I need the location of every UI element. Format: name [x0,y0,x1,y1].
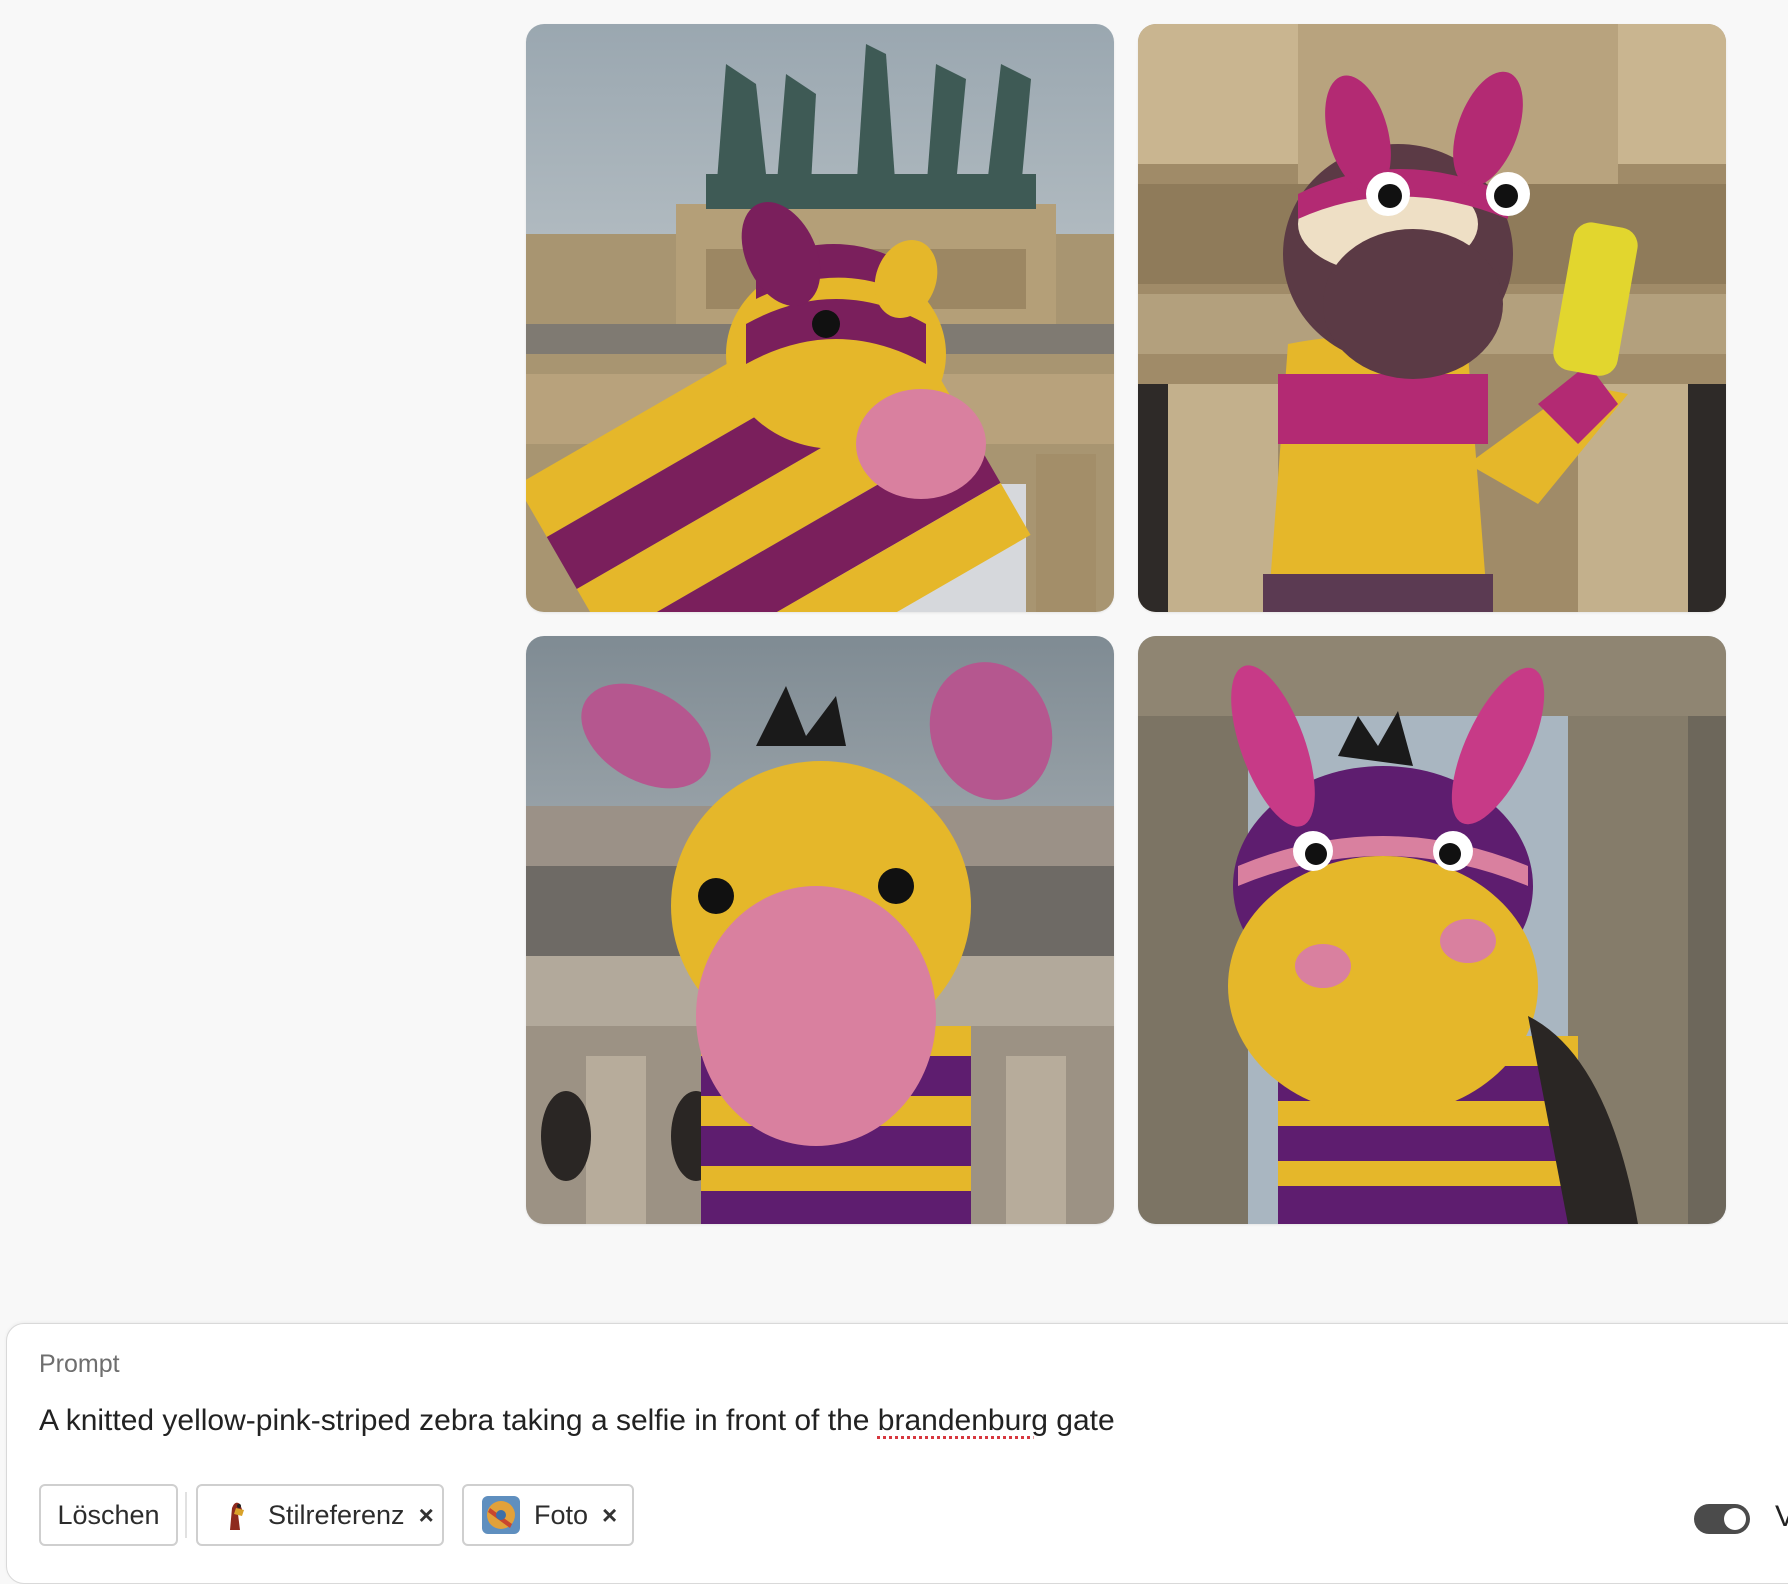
chip-divider [185,1492,187,1538]
prompt-input[interactable]: A knitted yellow-pink-striped zebra taki… [39,1404,1115,1438]
result-image-1[interactable] [526,24,1114,612]
result-image-4[interactable] [1138,636,1726,1224]
toggle-switch[interactable] [1694,1504,1750,1534]
photo-label: Foto [534,1499,589,1530]
prompt-text-part: A knitted yellow-pink-striped zebra taki… [39,1404,878,1437]
zebra-image-4 [1138,636,1726,1224]
clear-button-label: Löschen [57,1499,160,1530]
style-reference-chip[interactable]: Stilreferenz × [196,1484,444,1546]
prompt-label: Prompt [39,1350,120,1378]
result-image-2[interactable] [1138,24,1726,612]
clear-button[interactable]: Löschen [39,1484,178,1546]
zebra-image-2 [1138,24,1726,612]
toggle-label: V [1775,1500,1788,1533]
photo-thumbnail [482,1496,520,1534]
style-reference-label: Stilreferenz [268,1499,405,1530]
remove-photo-icon[interactable]: × [602,1500,617,1531]
prompt-text-end: gate [1047,1404,1115,1437]
style-reference-thumbnail [216,1496,254,1534]
photo-chip[interactable]: Foto × [462,1484,634,1546]
toggle-knob [1724,1508,1746,1530]
prompt-panel: Prompt A knitted yellow-pink-striped zeb… [6,1323,1788,1584]
remove-style-reference-icon[interactable]: × [419,1500,434,1531]
result-image-3[interactable] [526,636,1114,1224]
misspelled-word: brandenburg [877,1404,1048,1437]
zebra-image-1 [526,24,1114,612]
zebra-image-3 [526,636,1114,1224]
